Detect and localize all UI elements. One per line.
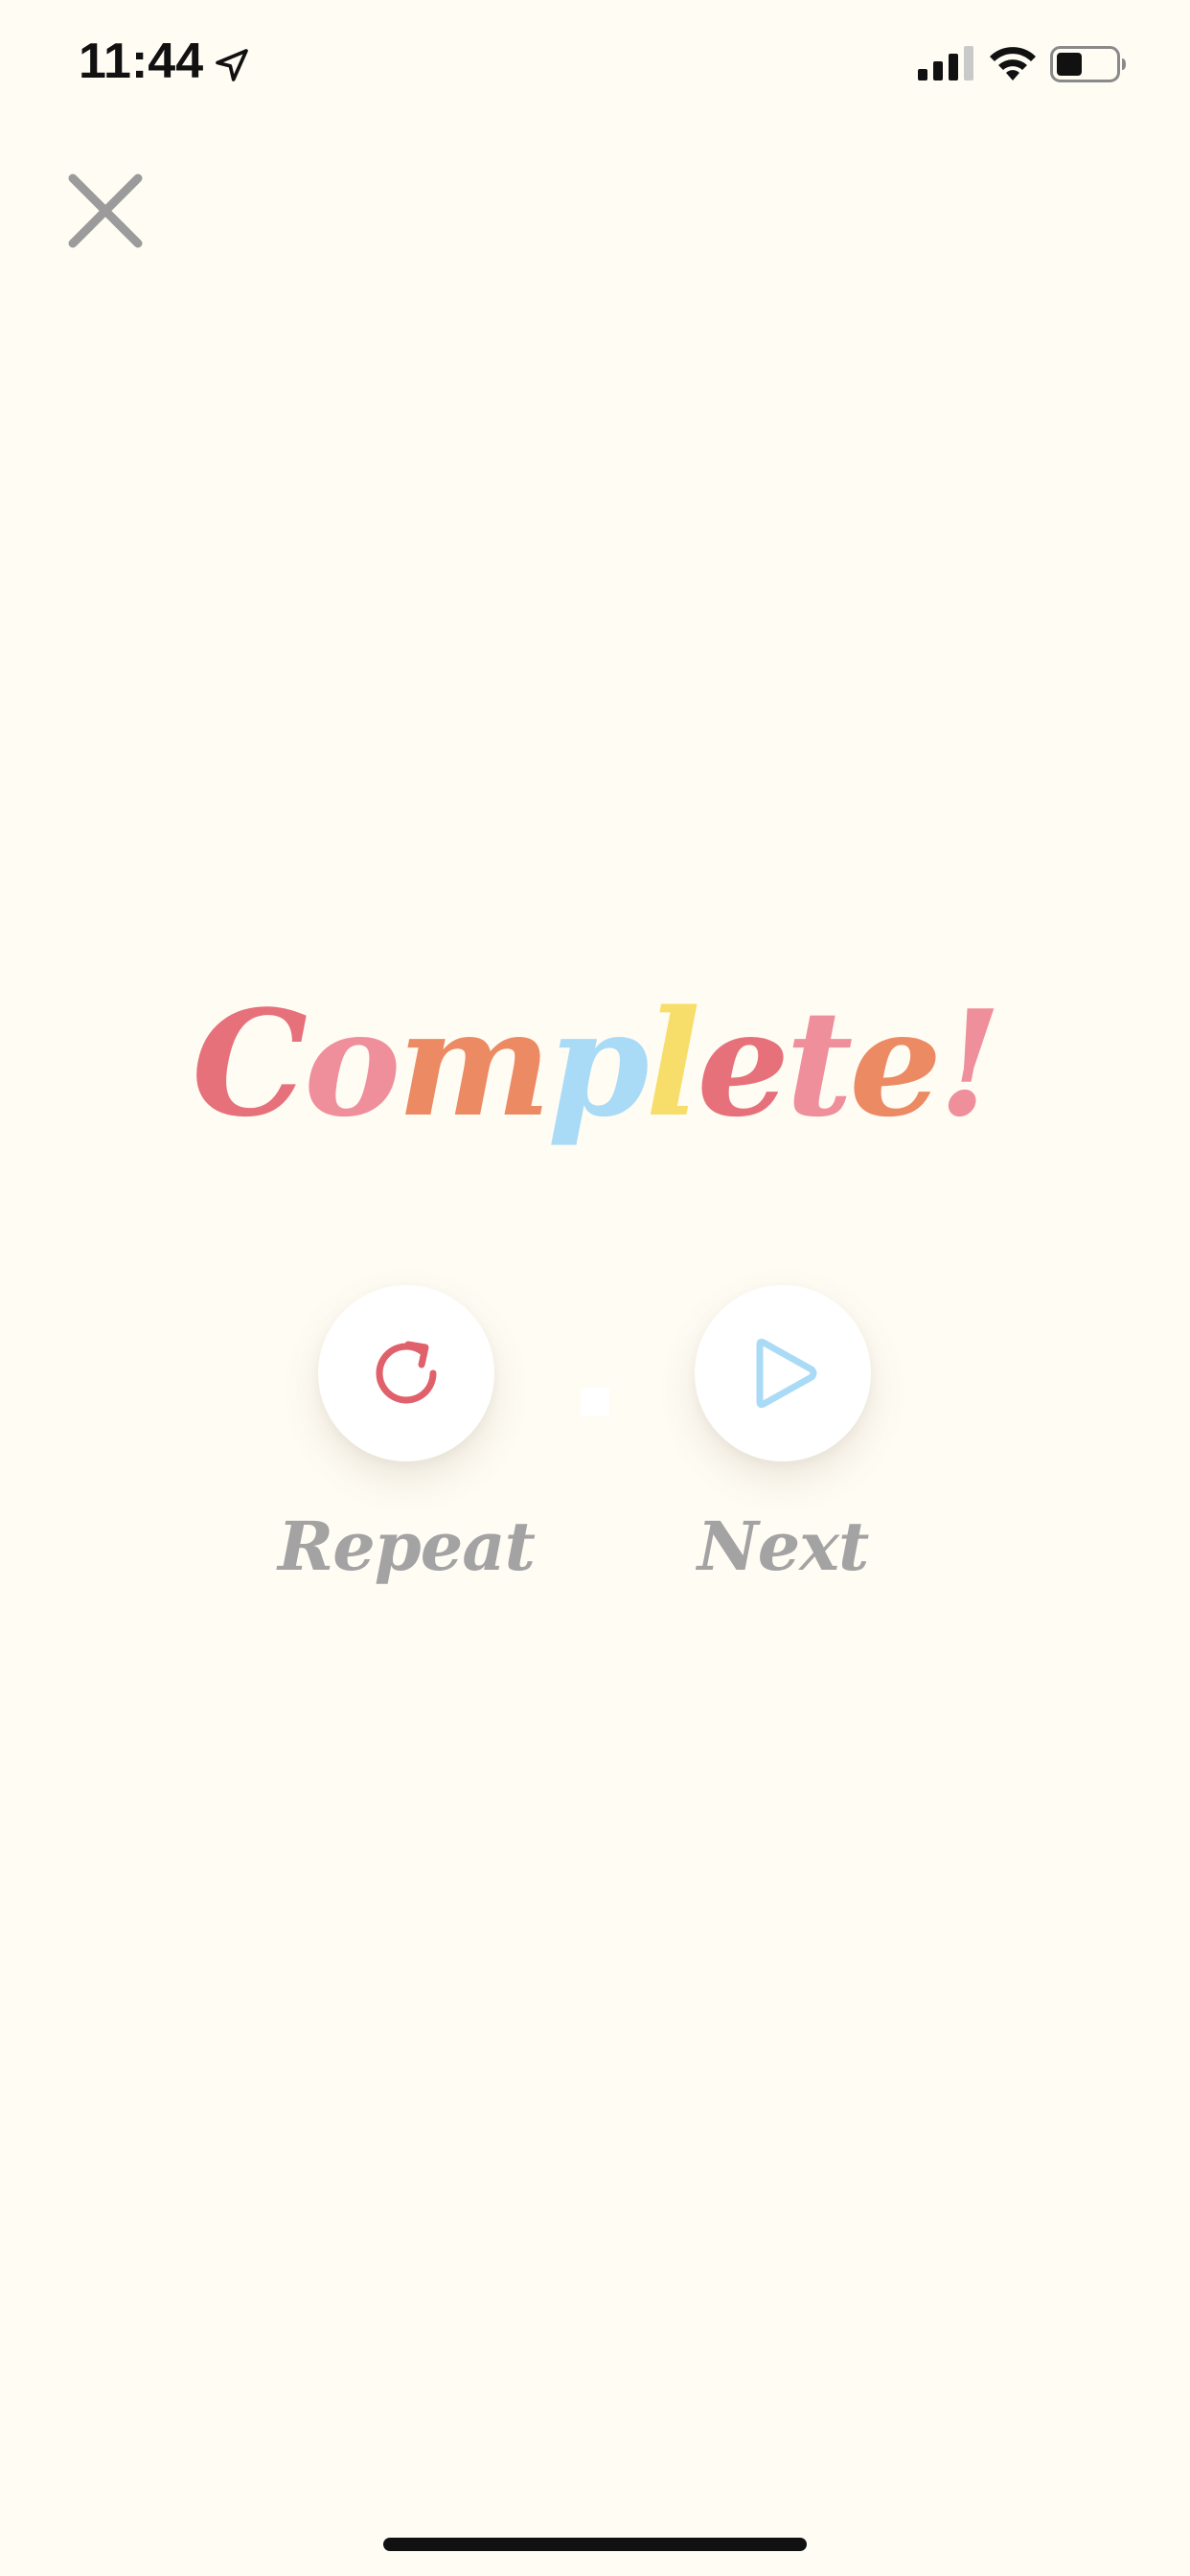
close-button[interactable] [63, 169, 148, 253]
title-letter: e [697, 978, 790, 1149]
repeat-icon [376, 1341, 437, 1404]
play-icon [756, 1338, 817, 1409]
title-letter: o [304, 978, 400, 1149]
cellular-signal-icon [918, 46, 973, 80]
battery-icon [1050, 46, 1126, 82]
next-button[interactable] [695, 1285, 871, 1461]
location-arrow-icon [216, 49, 248, 81]
title-letter: t [786, 978, 853, 1149]
title-letter: C [192, 978, 308, 1149]
decorative-square [581, 1388, 609, 1416]
status-time: 11:44 [79, 34, 204, 89]
repeat-label: Repeat [278, 1506, 536, 1586]
status-bar: 11:44 [0, 0, 1190, 126]
home-indicator[interactable] [383, 2538, 807, 2551]
title-letter: e [849, 978, 942, 1149]
wifi-icon [990, 47, 1036, 80]
close-icon [68, 173, 143, 248]
title-letter: m [397, 978, 552, 1149]
title-letter: ! [938, 978, 1002, 1149]
repeat-button[interactable] [318, 1285, 494, 1461]
next-label: Next [697, 1506, 870, 1586]
title-letter: p [547, 978, 649, 1149]
complete-title: Complete! [0, 978, 1190, 1150]
title-letter: l [645, 978, 701, 1149]
